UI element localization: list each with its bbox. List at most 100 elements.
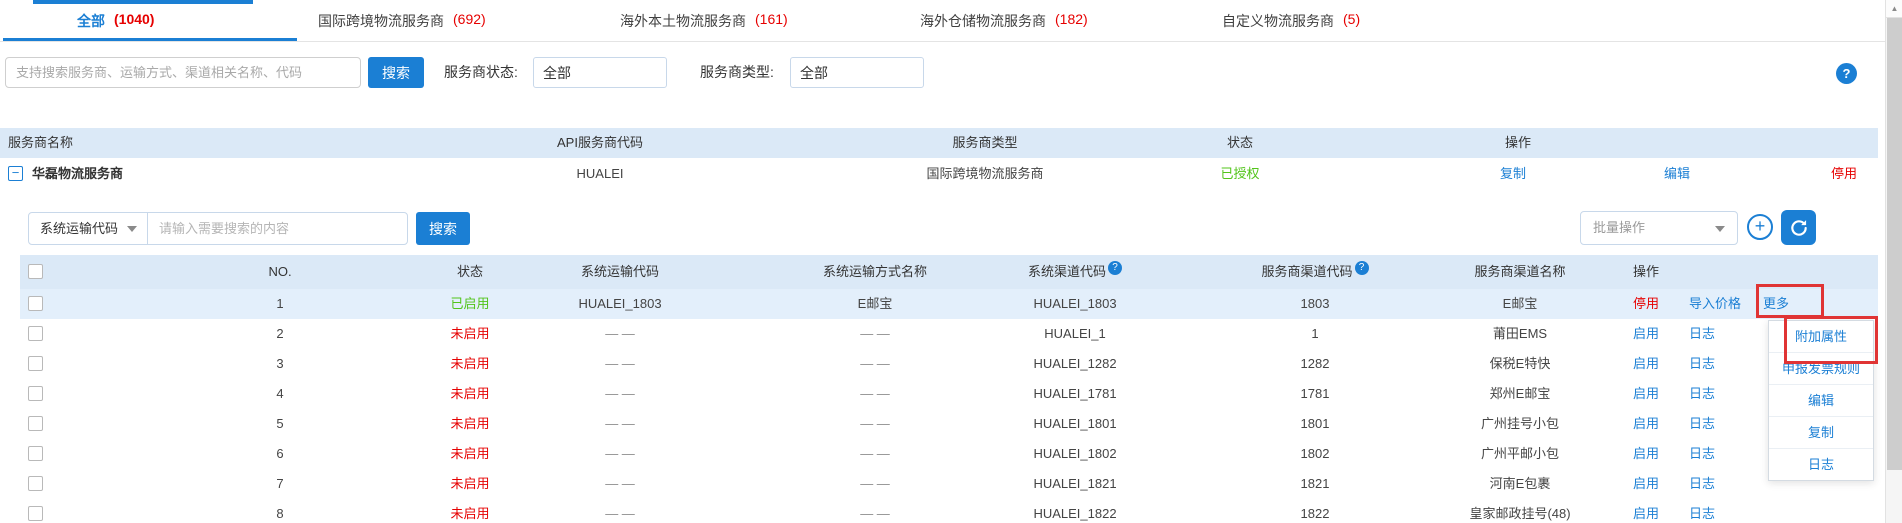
cell-channel-code: HUALEI_1282 <box>975 349 1175 379</box>
channel-table-header: NO. 状态 系统运输代码 系统运输方式名称 系统渠道代码 ? 服务商渠道代码 … <box>0 255 1902 289</box>
col-no: NO. <box>180 255 380 289</box>
tab-count: (1040) <box>114 11 154 31</box>
row-checkbox[interactable] <box>28 506 43 521</box>
refresh-icon <box>1789 218 1809 238</box>
collapse-icon[interactable]: − <box>8 166 23 181</box>
row-checkbox[interactable] <box>28 416 43 431</box>
batch-operation-select[interactable]: 批量操作 <box>1580 211 1738 245</box>
table-row: 7 未启用 — — — — HUALEI_1821 1821 河南E包裹 启用 … <box>0 469 1902 499</box>
log-link[interactable]: 日志 <box>1689 349 1715 379</box>
disable-link[interactable]: 停用 <box>1633 289 1659 319</box>
table-row: 4 未启用 — — — — HUALEI_1781 1781 郑州E邮宝 启用 … <box>0 379 1902 409</box>
cell-no: 3 <box>180 349 380 379</box>
edit-link[interactable]: 编辑 <box>1664 158 1690 190</box>
log-link[interactable]: 日志 <box>1689 439 1715 469</box>
menu-item-edit[interactable]: 编辑 <box>1769 385 1873 417</box>
search-button[interactable]: 搜索 <box>368 57 424 88</box>
table-row: 6 未启用 — — — — HUALEI_1802 1802 广州平邮小包 启用… <box>0 439 1902 469</box>
row-checkbox[interactable] <box>28 356 43 371</box>
cell-transport-name: — — <box>760 499 990 523</box>
channel-search-input[interactable] <box>148 213 418 244</box>
disable-link[interactable]: 停用 <box>1831 158 1857 190</box>
search-type-select[interactable]: 系统运输代码 <box>29 213 148 244</box>
cell-transport-code: — — <box>520 349 720 379</box>
row-checkbox[interactable] <box>28 446 43 461</box>
enable-link[interactable]: 启用 <box>1633 499 1659 523</box>
log-link[interactable]: 日志 <box>1689 319 1715 349</box>
tab-overseas-warehouse[interactable]: 海外仓储物流服务商 (182) <box>920 11 1088 31</box>
col-channel-code: 系统渠道代码 ? <box>975 255 1175 289</box>
menu-item-declare-invoice-rule[interactable]: 申报发票规则 <box>1769 353 1873 385</box>
question-mini-icon[interactable]: ? <box>1355 261 1369 275</box>
table-row: 2 未启用 — — — — HUALEI_1 1 莆田EMS 启用 日志 <box>0 319 1902 349</box>
row-checkbox[interactable] <box>28 296 43 311</box>
cell-provider-code: 1781 <box>1215 379 1415 409</box>
log-link[interactable]: 日志 <box>1689 469 1715 499</box>
search-input[interactable] <box>5 57 361 88</box>
refresh-button[interactable] <box>1781 210 1816 245</box>
copy-link[interactable]: 复制 <box>1500 158 1526 190</box>
cell-provider-code: 1282 <box>1215 349 1415 379</box>
cell-provider-code: 1801 <box>1215 409 1415 439</box>
cell-channel-name: E邮宝 <box>1400 289 1640 319</box>
channel-search-button[interactable]: 搜索 <box>416 212 470 245</box>
status-filter-select[interactable] <box>533 57 667 88</box>
cell-transport-code: — — <box>520 469 720 499</box>
row-checkbox[interactable] <box>28 326 43 341</box>
scroll-up-icon[interactable]: ▲ <box>1886 0 1902 18</box>
cell-channel-name: 莆田EMS <box>1400 319 1640 349</box>
cell-channel-code: HUALEI_1781 <box>975 379 1175 409</box>
enable-link[interactable]: 启用 <box>1633 469 1659 499</box>
enable-link[interactable]: 启用 <box>1633 439 1659 469</box>
cell-channel-name: 广州挂号小包 <box>1400 409 1640 439</box>
active-tab-underline <box>3 38 297 41</box>
log-link[interactable]: 日志 <box>1689 499 1715 523</box>
cell-transport-name: — — <box>760 439 990 469</box>
table-row: 5 未启用 — — — — HUALEI_1801 1801 广州挂号小包 启用… <box>0 409 1902 439</box>
vertical-scrollbar[interactable]: ▲ <box>1885 0 1902 523</box>
cell-transport-name: — — <box>760 409 990 439</box>
enable-link[interactable]: 启用 <box>1633 319 1659 349</box>
enable-link[interactable]: 启用 <box>1633 409 1659 439</box>
add-channel-button[interactable]: + <box>1747 214 1773 240</box>
log-link[interactable]: 日志 <box>1689 409 1715 439</box>
table-row: 3 未启用 — — — — HUALEI_1282 1282 保税E特快 启用 … <box>0 349 1902 379</box>
help-icon[interactable]: ? <box>1836 63 1857 84</box>
enable-link[interactable]: 启用 <box>1633 349 1659 379</box>
cell-no: 8 <box>180 499 380 523</box>
cell-provider-code: 1802 <box>1215 439 1415 469</box>
tab-custom[interactable]: 自定义物流服务商 (5) <box>1222 11 1360 31</box>
tab-label: 国际跨境物流服务商 <box>318 11 444 31</box>
cell-provider-code: 1 <box>1215 319 1415 349</box>
more-link[interactable]: 更多 <box>1763 289 1789 319</box>
select-all-checkbox[interactable] <box>28 264 43 279</box>
tab-count: (5) <box>1343 11 1360 31</box>
tab-overseas-local[interactable]: 海外本土物流服务商 (161) <box>620 11 788 31</box>
type-filter-select[interactable] <box>790 57 924 88</box>
menu-item-extra-attributes[interactable]: 附加属性 <box>1769 321 1873 353</box>
cell-provider-code: 1822 <box>1215 499 1415 523</box>
cell-transport-name: — — <box>760 319 990 349</box>
cell-no: 7 <box>180 469 380 499</box>
cell-transport-name: — — <box>760 469 990 499</box>
import-price-link[interactable]: 导入价格 <box>1689 289 1741 319</box>
cell-provider-code: 1821 <box>1215 469 1415 499</box>
table-row: 8 未启用 — — — — HUALEI_1822 1822 皇家邮政挂号(48… <box>0 499 1902 523</box>
tab-count: (692) <box>453 11 486 31</box>
menu-item-copy[interactable]: 复制 <box>1769 417 1873 449</box>
provider-status: 已授权 <box>1140 158 1340 190</box>
menu-item-log[interactable]: 日志 <box>1769 449 1873 480</box>
log-link[interactable]: 日志 <box>1689 379 1715 409</box>
cell-channel-code: HUALEI_1802 <box>975 439 1175 469</box>
table-row: 1 已启用 HUALEI_1803 E邮宝 HUALEI_1803 1803 E… <box>0 289 1902 319</box>
cell-channel-code: HUALEI_1822 <box>975 499 1175 523</box>
enable-link[interactable]: 启用 <box>1633 379 1659 409</box>
row-checkbox[interactable] <box>28 476 43 491</box>
chevron-down-icon <box>127 226 137 232</box>
provider-api-code: HUALEI <box>500 158 700 190</box>
question-mini-icon[interactable]: ? <box>1108 261 1122 275</box>
scrollbar-thumb[interactable] <box>1887 18 1902 470</box>
tab-all[interactable]: 全部 (1040) <box>77 11 154 31</box>
row-checkbox[interactable] <box>28 386 43 401</box>
tab-cross-border[interactable]: 国际跨境物流服务商 (692) <box>318 11 486 31</box>
